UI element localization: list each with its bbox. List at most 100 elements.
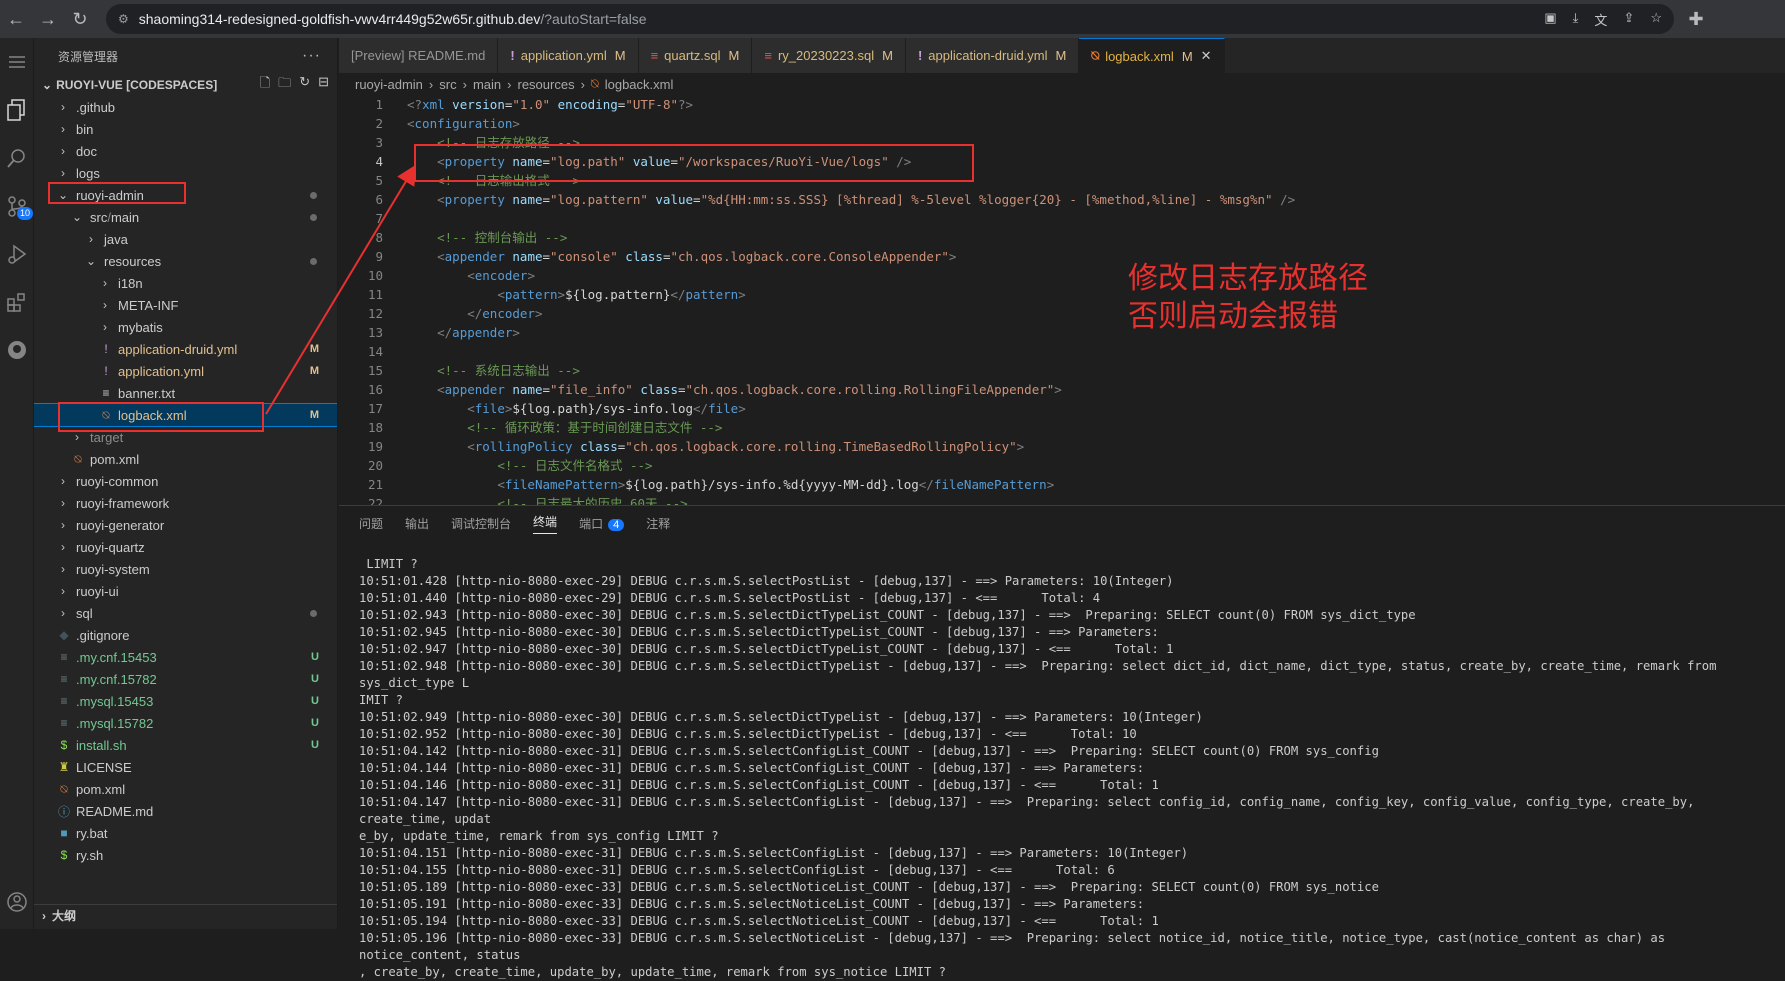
account-icon[interactable] — [0, 878, 34, 926]
run-debug-icon[interactable] — [0, 230, 34, 278]
explorer-icon[interactable] — [0, 86, 34, 134]
panel-tab-2[interactable]: 调试控制台 — [451, 515, 511, 532]
code-line[interactable]: 8 <!-- 控制台输出 --> — [339, 228, 1785, 247]
tree-item[interactable]: ◆ .gitignore — [34, 624, 337, 646]
breadcrumb-item[interactable]: main — [473, 77, 501, 92]
breadcrumb-item[interactable]: ruoyi-admin — [355, 77, 423, 92]
tab-modified-indicator: M — [882, 48, 893, 63]
code-line[interactable]: 17 <file>${log.path}/sys-info.log</file> — [339, 399, 1785, 418]
new-folder-icon[interactable]: 🗀 — [278, 74, 291, 96]
panel-tab-4[interactable]: 端口 4 — [579, 515, 625, 532]
code-line[interactable]: 15 <!-- 系统日志输出 --> — [339, 361, 1785, 380]
tree-item[interactable]: › ruoyi-system — [34, 558, 337, 580]
tree-item[interactable]: ≡ .mysql.15782 U — [34, 712, 337, 734]
more-actions-icon[interactable]: ··· — [302, 47, 321, 65]
address-bar[interactable]: ⚙ shaoming314-redesigned-goldfish-vwv4rr… — [106, 4, 1674, 34]
breadcrumb-item[interactable]: src — [439, 77, 456, 92]
share-icon[interactable]: ⇪ — [1623, 10, 1634, 29]
tree-item[interactable]: ■ ry.bat — [34, 822, 337, 844]
terminal-output[interactable]: LIMIT ? 10:51:01.428 [http-nio-8080-exec… — [339, 540, 1779, 981]
code-line[interactable]: 9 <appender name="console" class="ch.qos… — [339, 247, 1785, 266]
code-line[interactable]: 12 </encoder> — [339, 304, 1785, 323]
tree-item[interactable]: › ruoyi-ui — [34, 580, 337, 602]
github-icon[interactable] — [0, 326, 34, 374]
menu-icon[interactable] — [0, 38, 34, 86]
code-line[interactable]: 13 </appender> — [339, 323, 1785, 342]
tree-item[interactable]: › ruoyi-framework — [34, 492, 337, 514]
close-icon[interactable]: ✕ — [1201, 48, 1212, 64]
tree-item[interactable]: › .github — [34, 96, 337, 118]
tab-application-druid-yml[interactable]: ! application-druid.yml M — [905, 38, 1080, 73]
code-line[interactable]: 2 <configuration> — [339, 114, 1785, 133]
panel-tab-5[interactable]: 注释 — [646, 515, 670, 532]
tree-item[interactable]: › i18n — [34, 272, 337, 294]
tab-application-yml[interactable]: ! application.yml M — [498, 38, 639, 73]
tree-item[interactable]: ≡ .mysql.15453 U — [34, 690, 337, 712]
collapse-all-icon[interactable]: ⊟ — [318, 74, 329, 96]
reload-icon[interactable]: ↻ — [64, 0, 96, 38]
tab--preview-readme-md[interactable]: [Preview] README.md — [339, 38, 499, 73]
refresh-icon[interactable]: ↻ — [299, 74, 310, 96]
extensions-icon[interactable]: ✚ — [1680, 0, 1712, 38]
tree-item[interactable]: ≡ .my.cnf.15453 U — [34, 646, 337, 668]
source-control-icon[interactable]: 10 — [0, 182, 34, 230]
tree-item[interactable]: ⌄ src / main — [34, 206, 337, 228]
code-line[interactable]: 1 <?xml version="1.0" encoding="UTF-8"?> — [339, 95, 1785, 114]
tree-item[interactable]: › java — [34, 228, 337, 250]
panel-tab-1[interactable]: 输出 — [405, 515, 429, 532]
line-number: 19 — [367, 439, 383, 454]
tree-item[interactable]: $ install.sh U — [34, 734, 337, 756]
code-line[interactable]: 11 <pattern>${log.pattern}</pattern> — [339, 285, 1785, 304]
tree-item[interactable]: ♜ LICENSE — [34, 756, 337, 778]
tree-item[interactable]: ≡ banner.txt — [34, 382, 337, 404]
workspace-root[interactable]: ⌄ RUOYI-VUE [CODESPACES] 🗋 🗀 ↻ ⊟ — [34, 74, 337, 96]
tree-item[interactable]: › ruoyi-quartz — [34, 536, 337, 558]
tree-item[interactable]: › doc — [34, 140, 337, 162]
tree-item[interactable]: ⌄ resources — [34, 250, 337, 272]
line-number: 8 — [375, 230, 383, 245]
tree-item[interactable]: › logs — [34, 162, 337, 184]
tree-item[interactable]: › sql — [34, 602, 337, 624]
extensions-view-icon[interactable] — [0, 278, 34, 326]
tree-item[interactable]: › ruoyi-common — [34, 470, 337, 492]
search-icon[interactable] — [0, 134, 34, 182]
tree-item[interactable]: ≡ .my.cnf.15782 U — [34, 668, 337, 690]
breadcrumb-item[interactable]: logback.xml — [605, 77, 674, 92]
tree-item[interactable]: ! application.yml M — [34, 360, 337, 382]
breadcrumb-item[interactable]: resources — [517, 77, 574, 92]
outline-section[interactable]: › 大纲 — [34, 904, 337, 926]
panel-tab-3[interactable]: 终端 — [533, 513, 558, 534]
site-info-icon[interactable]: ⚙ — [118, 12, 129, 26]
code-line[interactable]: 22 <!-- 日志最大的历史 60天 --> — [339, 494, 1785, 505]
code-line[interactable]: 20 <!-- 日志文件名格式 --> — [339, 456, 1785, 475]
code-line[interactable]: 10 <encoder> — [339, 266, 1785, 285]
tree-item[interactable]: › mybatis — [34, 316, 337, 338]
code-line[interactable]: 18 <!-- 循环政策：基于时间创建日志文件 --> — [339, 418, 1785, 437]
tree-item[interactable]: › ruoyi-generator — [34, 514, 337, 536]
bookmark-star-icon[interactable]: ☆ — [1650, 10, 1662, 29]
code-line[interactable]: 14 — [339, 342, 1785, 361]
breadcrumb-separator-icon: › — [428, 76, 434, 92]
forward-icon[interactable]: → — [32, 0, 64, 38]
back-icon[interactable]: ← — [0, 0, 32, 38]
cast-icon[interactable]: ▣ — [1544, 10, 1556, 29]
tree-item[interactable]: ⍉ pom.xml — [34, 448, 337, 470]
tab-quartz-sql[interactable]: ≡ quartz.sql M — [638, 38, 753, 73]
tree-item[interactable]: ⍉ pom.xml — [34, 778, 337, 800]
tab-logback-xml[interactable]: ⍉ logback.xml M ✕ — [1079, 38, 1225, 73]
tree-item[interactable]: › bin — [34, 118, 337, 140]
code-line[interactable]: 21 <fileNamePattern>${log.path}/sys-info… — [339, 475, 1785, 494]
panel-tab-0[interactable]: 问题 — [359, 515, 383, 532]
tree-item[interactable]: ⓘ README.md — [34, 800, 337, 822]
install-icon[interactable]: ⤓ — [1573, 10, 1579, 29]
translate-icon[interactable]: 文 — [1594, 10, 1607, 29]
new-file-icon[interactable]: 🗋 — [260, 74, 270, 96]
code-line[interactable]: 16 <appender name="file_info" class="ch.… — [339, 380, 1785, 399]
code-line[interactable]: 19 <rollingPolicy class="ch.qos.logback.… — [339, 437, 1785, 456]
tab-ry-20230223-sql[interactable]: ≡ ry_20230223.sql M — [752, 38, 906, 73]
tree-item[interactable]: › META-INF — [34, 294, 337, 316]
code-line[interactable]: 6 <property name="log.pattern" value="%d… — [339, 190, 1785, 209]
tree-item[interactable]: $ ry.sh — [34, 844, 337, 866]
tree-item[interactable]: ! application-druid.yml M — [34, 338, 337, 360]
code-line[interactable]: 7 — [339, 209, 1785, 228]
